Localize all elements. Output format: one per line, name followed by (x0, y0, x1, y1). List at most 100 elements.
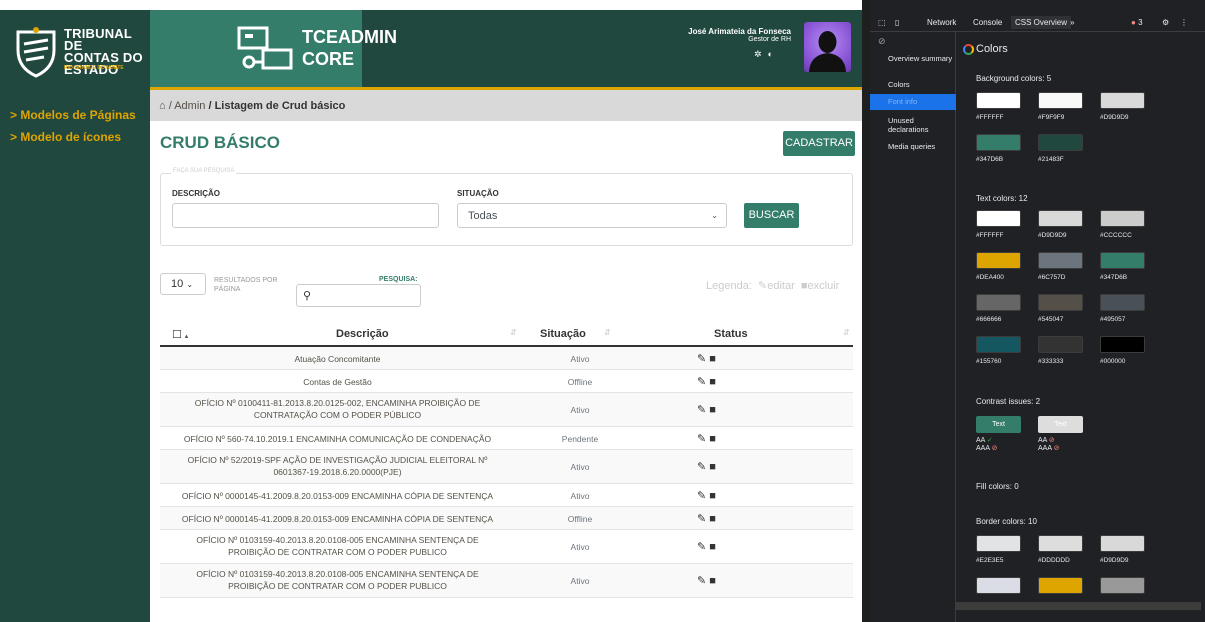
trash-icon[interactable]: ■ (706, 513, 716, 525)
tab-css-overview[interactable]: CSS Overview (1011, 16, 1072, 29)
cell-situacao: Ativo (570, 542, 590, 552)
trash-icon[interactable]: ■ (706, 353, 716, 365)
color-swatch[interactable] (1038, 294, 1083, 311)
color-swatch[interactable] (976, 336, 1021, 353)
tab-network[interactable]: Network (927, 18, 956, 27)
more-tabs-icon[interactable]: » (1070, 18, 1074, 27)
clear-icon[interactable]: ⊘ (878, 36, 886, 47)
contrast-sample[interactable]: Text (976, 416, 1021, 433)
sidebar-item-modelo-icones[interactable]: > Modelo de ícones (10, 130, 121, 144)
sidebar-item-modelos-paginas[interactable]: > Modelos de Páginas (10, 108, 136, 122)
edit-icon[interactable]: ✎ (697, 575, 706, 587)
trash-icon[interactable]: ■ (706, 404, 716, 416)
color-swatch[interactable] (1100, 252, 1145, 269)
trash-icon[interactable]: ■ (706, 433, 716, 445)
edit-icon[interactable]: ✎ (697, 541, 706, 553)
color-swatch[interactable] (1038, 92, 1083, 109)
color-swatch[interactable] (976, 252, 1021, 269)
buscar-button[interactable]: BUSCAR (744, 203, 799, 228)
color-swatch[interactable] (1100, 294, 1145, 311)
edit-icon[interactable]: ✎ (697, 404, 706, 416)
color-swatch[interactable] (1038, 134, 1083, 151)
color-swatch-label: #495057 (1100, 316, 1126, 323)
color-swatch[interactable] (1038, 252, 1083, 269)
more-options-icon[interactable]: ⋮ (1180, 18, 1188, 27)
edit-icon[interactable]: ✎ (697, 353, 706, 365)
color-swatch[interactable] (1038, 336, 1083, 353)
table-row: Contas de Gestão Offline ✎ ■ (160, 370, 853, 393)
color-swatch[interactable] (1100, 577, 1145, 594)
trash-icon[interactable]: ■ (706, 461, 716, 473)
user-avatar[interactable] (804, 22, 851, 72)
cadastrar-button[interactable]: CADASTRAR (783, 131, 855, 156)
nav-colors[interactable]: Colors (888, 80, 956, 89)
home-icon[interactable]: ⌂ (159, 100, 166, 112)
breadcrumb-admin[interactable]: / Admin (169, 100, 206, 112)
edit-icon[interactable]: ✎ (697, 513, 706, 525)
color-swatch[interactable] (976, 134, 1021, 151)
trash-icon[interactable]: ■ (706, 575, 716, 587)
color-swatch[interactable] (976, 577, 1021, 594)
nav-overview-summary[interactable]: Overview summary (888, 54, 956, 63)
cell-descricao-line: OFÍCIO Nº 0000145-41.2009.8.20.0153-009 … (181, 514, 494, 524)
select-all-checkbox[interactable]: ☐ ▲ (172, 328, 189, 341)
nav-unused-declarations[interactable]: Unused declarations (888, 116, 956, 134)
situacao-select[interactable]: Todas ⌄ (457, 203, 727, 228)
descricao-label: DESCRIÇÃO (172, 189, 221, 198)
search-legend: FAÇA SUA PESQUISA (171, 168, 237, 174)
edit-icon[interactable]: ✎ (697, 433, 706, 445)
color-swatch[interactable] (1038, 535, 1083, 552)
trash-icon[interactable]: ■ (706, 541, 716, 553)
nav-font-info[interactable]: Font info (870, 94, 956, 110)
logo-area[interactable]: TRIBUNAL DE CONTAS DO ESTADO RIO GRANDE … (0, 10, 150, 90)
color-swatch[interactable] (1100, 336, 1145, 353)
color-swatch[interactable] (1100, 210, 1145, 227)
contrast-toggle-icon[interactable]: ◐ (768, 49, 779, 59)
col-descricao[interactable]: Descrição (336, 328, 389, 340)
devtools-horizontal-scrollbar[interactable] (956, 602, 1201, 610)
cell-situacao: Offline (567, 513, 593, 524)
color-swatch[interactable] (1100, 92, 1145, 109)
trash-icon[interactable]: ■ (706, 490, 716, 502)
error-badge[interactable]: ● 3 (1131, 18, 1143, 27)
edit-icon[interactable]: ✎ (697, 461, 706, 473)
inspect-element-icon[interactable]: ⬚ (878, 18, 886, 27)
col-status[interactable]: Status (714, 328, 748, 340)
cell-descricao: OFÍCIO Nº 0103159-40.2013.8.20.0108-005 … (160, 568, 515, 592)
table-row: OFÍCIO Nº 0100411-81.2013.8.20.0125-002,… (160, 393, 853, 427)
color-swatch[interactable] (1100, 535, 1145, 552)
col-situacao[interactable]: Situação (540, 328, 586, 340)
device-toolbar-icon[interactable]: ▯ (895, 18, 899, 27)
color-swatch-label: #DDDDDD (1038, 557, 1070, 564)
edit-icon[interactable]: ✎ (697, 490, 706, 502)
color-swatch-label: #D9D9D9 (1100, 114, 1129, 121)
cell-descricao-line: OFÍCIO Nº 0103159-40.2013.8.20.0108-005 … (196, 535, 479, 545)
tab-console[interactable]: Console (973, 18, 1002, 27)
color-swatch-label: #D9D9D9 (1038, 232, 1067, 239)
color-swatch[interactable] (976, 210, 1021, 227)
cell-situacao: Ativo (570, 576, 590, 586)
color-swatch[interactable] (976, 92, 1021, 109)
edit-icon[interactable]: ✎ (697, 376, 706, 388)
sort-icon: ⇵ (604, 328, 611, 337)
color-swatch[interactable] (976, 294, 1021, 311)
table-row: Atuação Concomitante Ativo ✎ ■ (160, 347, 853, 370)
fail-icon: ⊘ (991, 445, 998, 452)
pesquisa-input[interactable]: ⚲ (296, 284, 421, 307)
color-swatch[interactable] (1038, 210, 1083, 227)
settings-gear-icon[interactable]: ✲ (754, 49, 768, 59)
color-swatch[interactable] (976, 535, 1021, 552)
trash-icon[interactable]: ■ (706, 376, 716, 388)
legenda-editar: editar (767, 280, 795, 292)
contrast-issues-title: Contrast issues: 2 (976, 397, 1041, 406)
nav-media-queries[interactable]: Media queries (888, 142, 956, 151)
contrast-rating: AA ⊘ AAA ⊘ (1038, 437, 1060, 452)
contrast-sample[interactable]: Text (1038, 416, 1083, 433)
color-swatch[interactable] (1038, 577, 1083, 594)
cell-descricao-line: Contas de Gestão (303, 377, 372, 387)
chevron-down-icon: ⌄ (186, 280, 194, 289)
page-length-select[interactable]: 10 ⌄ (160, 273, 206, 295)
cell-descricao-line: PROIBIÇÃO DE CONTRATAR COM O PODER PUBLI… (228, 547, 447, 557)
descricao-input[interactable] (172, 203, 439, 228)
settings-gear-icon[interactable]: ⚙ (1162, 18, 1169, 27)
